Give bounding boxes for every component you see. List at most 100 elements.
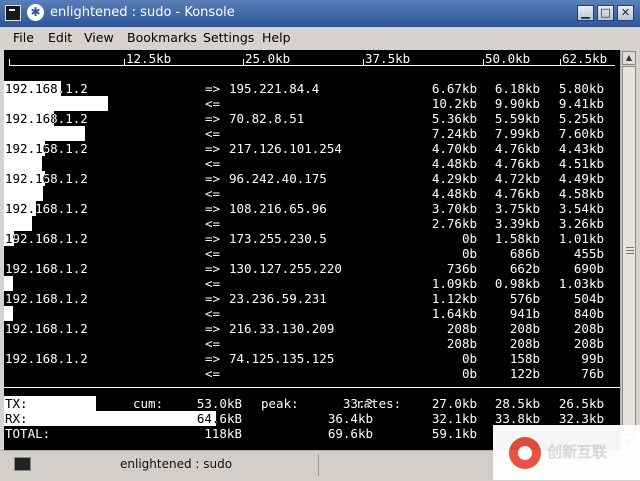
rate-out: 0b: [461, 351, 477, 366]
rate-out: 5.80kb: [558, 81, 604, 96]
terminal-icon[interactable]: [5, 5, 21, 21]
rate-out: 208b: [573, 321, 604, 336]
rate-in: 1.64kb: [431, 306, 477, 321]
rate-in: 840b: [573, 306, 604, 321]
total-cum: 118kB: [204, 426, 242, 441]
rx-rate: 33.8kb: [494, 411, 540, 426]
rate-in: 0.98kb: [494, 276, 540, 291]
terminal-output[interactable]: 12.5kb 25.0kb 37.5kb 50.0kb 62.5kb 192.1…: [4, 50, 620, 450]
bandwidth-bar-in: [4, 186, 43, 201]
direction-in: <=: [205, 336, 221, 351]
tx-peak-label: peak:: [261, 396, 299, 411]
rate-out: 1.12kb: [431, 291, 477, 306]
scroll-grip: [626, 250, 634, 251]
menu-bookmarks[interactable]: Bookmarks: [127, 30, 197, 45]
direction-in: <=: [205, 216, 221, 231]
scroll-up-icon[interactable]: ▲: [622, 51, 636, 65]
remote-address: 173.255.230.5: [229, 231, 327, 246]
direction-out: =>: [205, 141, 221, 156]
terminal-scrollbar[interactable]: ▲ ▼: [620, 50, 636, 450]
rate-in: 4.48kb: [431, 156, 477, 171]
rate-in: 4.76kb: [494, 186, 540, 201]
rate-in: 4.76kb: [494, 156, 540, 171]
title-bar: ✱ enlightened : sudo - Konsole ▁ □ ✕: [0, 0, 640, 27]
direction-in: <=: [205, 276, 221, 291]
rate-in: 9.41kb: [558, 96, 604, 111]
menu-edit[interactable]: Edit: [48, 30, 72, 45]
host-address: 192.168.1.2: [5, 351, 88, 366]
rate-out: 576b: [509, 291, 540, 306]
window-menu-icon[interactable]: ✱: [27, 4, 44, 21]
rate-in: 455b: [573, 246, 604, 261]
total-label: TOTAL:: [5, 426, 51, 441]
direction-out: =>: [205, 111, 221, 126]
task-label[interactable]: enlightened : sudo: [120, 457, 232, 471]
rate-out: 504b: [573, 291, 604, 306]
rate-in: 2.76kb: [431, 216, 477, 231]
menu-file[interactable]: File: [13, 30, 34, 45]
rate-out: 4.29kb: [431, 171, 477, 186]
menu-view[interactable]: View: [84, 30, 114, 45]
tx-rate: 26.5kb: [558, 396, 604, 411]
scale-label: 62.5kb: [562, 51, 608, 66]
rate-out: 4.76kb: [494, 141, 540, 156]
rate-out: 1.01kb: [558, 231, 604, 246]
taskbar-divider: [318, 454, 319, 476]
rx-cum: 64.6kB: [196, 411, 242, 426]
scroll-thumb[interactable]: [622, 66, 636, 434]
rate-in: 4.48kb: [431, 186, 477, 201]
maximize-button[interactable]: □: [597, 5, 614, 21]
scale-tick: [483, 59, 484, 66]
host-address: 192.168.1.2: [5, 171, 88, 186]
rate-out: 690b: [573, 261, 604, 276]
scroll-grip: [626, 253, 634, 254]
host-address: 192.168.1.2: [5, 201, 88, 216]
rate-out: 208b: [509, 321, 540, 336]
rate-in: 208b: [509, 336, 540, 351]
rate-out: 4.70kb: [431, 141, 477, 156]
direction-in: <=: [205, 96, 221, 111]
remote-address: 108.216.65.96: [229, 201, 327, 216]
rate-in: 0b: [461, 246, 477, 261]
direction-out: =>: [205, 231, 221, 246]
scale-label: 12.5kb: [126, 51, 172, 66]
remote-address: 74.125.135.125: [229, 351, 335, 366]
host-address: 192.168.1.2: [5, 231, 88, 246]
rate-out: 5.36kb: [431, 111, 477, 126]
rate-in: 10.2kb: [431, 96, 477, 111]
rate-out: 5.59kb: [494, 111, 540, 126]
host-address: 192.168.1.2: [5, 261, 88, 276]
scale-tick: [243, 59, 244, 66]
rate-out: 736b: [446, 261, 477, 276]
rate-in: 76b: [581, 366, 604, 381]
menu-settings[interactable]: Settings: [203, 30, 254, 45]
watermark-text: 创新互联: [547, 443, 608, 461]
scale-tick: [363, 59, 364, 66]
rate-in: 7.99kb: [494, 126, 540, 141]
bandwidth-bar-in: [4, 96, 108, 111]
bandwidth-bar-in: [4, 276, 13, 291]
scale-tick: [124, 59, 125, 66]
watermark: 创新互联: [493, 425, 640, 480]
rate-out: 6.67kb: [431, 81, 477, 96]
minimize-button[interactable]: ▁: [577, 5, 594, 21]
window-title: enlightened : sudo - Konsole: [50, 5, 235, 20]
scale-label: 25.0kb: [245, 51, 291, 66]
rx-peak: 36.4kb: [327, 411, 373, 426]
rate-in: 941b: [509, 306, 540, 321]
host-address: 192.168.1.2: [5, 321, 88, 336]
host-address: 192.168.1.2: [5, 81, 88, 96]
scale-ruler: [9, 65, 615, 66]
close-button[interactable]: ✕: [617, 5, 634, 21]
direction-out: =>: [205, 81, 221, 96]
direction-in: <=: [205, 156, 221, 171]
bandwidth-bar-in: [4, 126, 85, 141]
bandwidth-bar-in: [4, 156, 42, 171]
terminal-icon[interactable]: [14, 457, 31, 471]
remote-address: 217.126.101.254: [229, 141, 342, 156]
rx-label: RX:: [5, 411, 28, 426]
bandwidth-bar-in: [4, 216, 32, 231]
direction-out: =>: [205, 351, 221, 366]
menu-help[interactable]: Help: [262, 30, 291, 45]
rate-in: 7.24kb: [431, 126, 477, 141]
